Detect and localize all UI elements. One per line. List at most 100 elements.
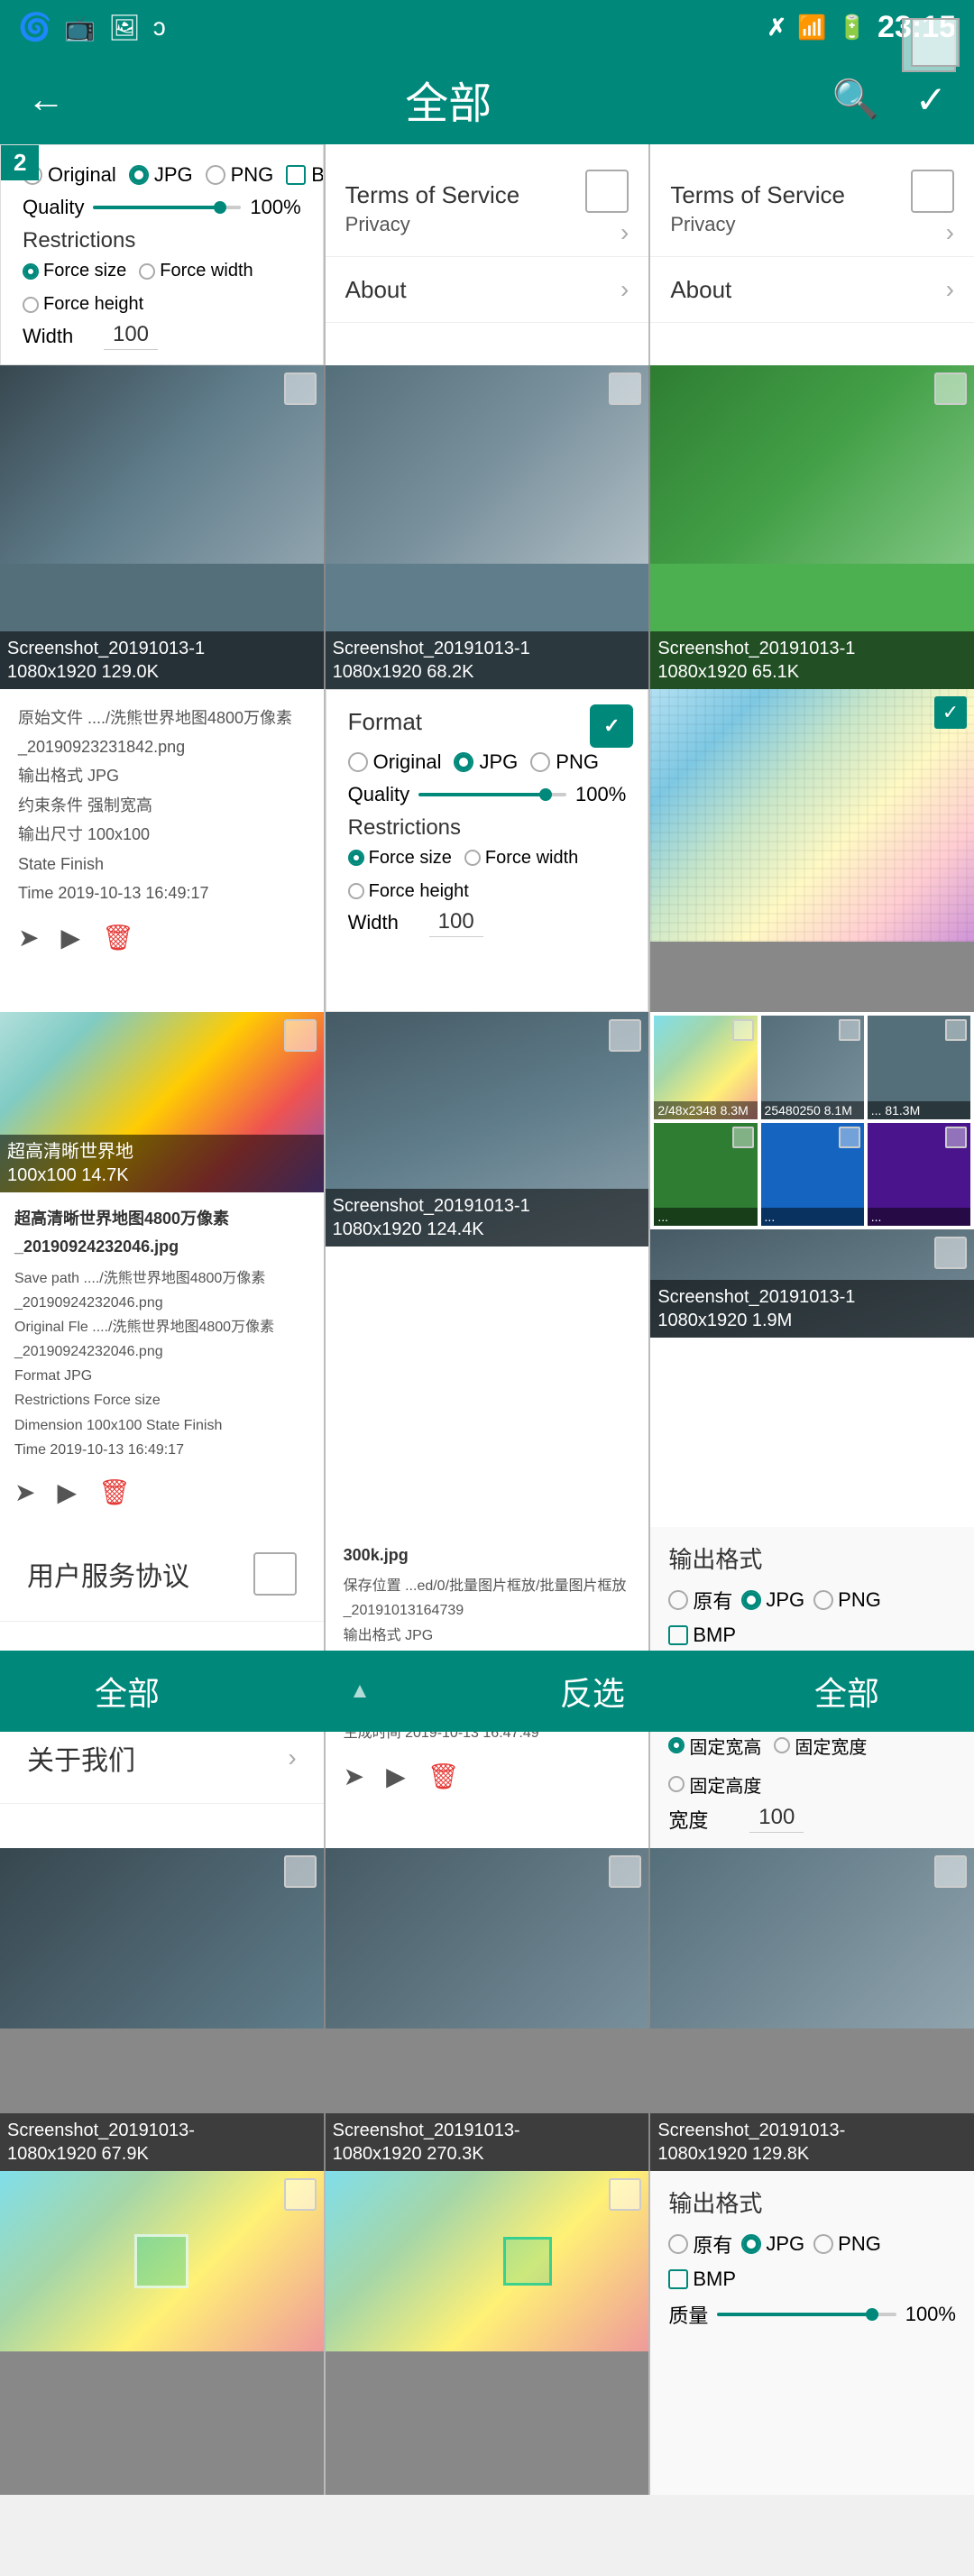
img-cell-3[interactable]: Screenshot_20191013-1 1080x1920 65.1K: [650, 365, 974, 689]
force-cn-size[interactable]: 固定宽高: [668, 1733, 761, 1759]
img-checkbox-3[interactable]: [934, 373, 967, 405]
bottom-invert-button[interactable]: 反选: [533, 1659, 652, 1724]
play-icon[interactable]: ▶: [60, 916, 80, 960]
thumb-3[interactable]: ... 81.3M: [868, 1016, 970, 1118]
img-checkbox-2[interactable]: [609, 373, 641, 405]
img-cell-8[interactable]: Screenshot_20191013- 1080x1920 129.8K: [650, 1848, 974, 2172]
thumb-1[interactable]: 2/48x2348 8.3M: [654, 1016, 757, 1118]
about-row-2[interactable]: About ›: [650, 257, 974, 323]
radio-cn-png[interactable]: PNG: [813, 1588, 881, 1612]
delete-icon[interactable]: 🗑: [102, 916, 134, 960]
thumb-check-3[interactable]: [945, 1019, 967, 1041]
img-label-map1: 超高清晰世界地 100x100 14.7K: [0, 1135, 324, 1192]
img-checkbox-8[interactable]: [934, 1855, 967, 1888]
search-button[interactable]: 🔍: [832, 78, 878, 122]
thumb-check-4[interactable]: [732, 1127, 754, 1148]
force-cn-height[interactable]: 固定高度: [668, 1771, 761, 1798]
cell-screenshot-2[interactable]: Screenshot_20191013-1 1080x1920 124.4K: [326, 1012, 649, 1526]
force-cn-width[interactable]: 固定宽度: [774, 1733, 867, 1759]
force-size[interactable]: Force size: [23, 261, 126, 281]
quality-slider-cn2[interactable]: [717, 2313, 896, 2316]
detail-panel-1: 原始文件 ..../洗熊世界地图4800万像素_20190923231842.p…: [0, 689, 324, 1013]
img-checkbox-4[interactable]: [609, 1019, 641, 1052]
thumb-4[interactable]: ...: [654, 1123, 757, 1226]
thumb-check-6[interactable]: [945, 1127, 967, 1148]
detail-actions-3: ➤ ▶ 🗑: [344, 1755, 631, 1799]
thumb-2[interactable]: 25480250 8.1M: [761, 1016, 864, 1118]
play-icon-3[interactable]: ▶: [386, 1755, 406, 1799]
img-label-4: Screenshot_20191013-1 1080x1920 124.4K: [326, 1189, 649, 1247]
wifi-icon: ✗: [767, 14, 786, 41]
thumb-5[interactable]: ...: [761, 1123, 864, 1226]
img-checkbox-map-b2[interactable]: [609, 2178, 641, 2211]
output-format-title-2: 输出格式: [668, 2185, 956, 2219]
radio-jpg[interactable]: JPG: [129, 163, 193, 187]
radio-cn-jpg[interactable]: JPG: [741, 1588, 804, 1612]
force-height[interactable]: Force height: [23, 294, 143, 315]
send-icon-3[interactable]: ➤: [344, 1755, 364, 1799]
img-cell-7[interactable]: Screenshot_20191013- 1080x1920 270.3K: [326, 1848, 649, 2172]
delete-icon-3[interactable]: 🗑: [427, 1755, 460, 1799]
checkbox-terms-cn[interactable]: [253, 1552, 297, 1596]
radio2-png[interactable]: PNG: [530, 750, 599, 774]
img-cell-map-1[interactable]: ✓: [650, 689, 974, 1013]
img-label-8: Screenshot_20191013- 1080x1920 129.8K: [650, 2113, 974, 2171]
img-checkbox-5[interactable]: [934, 1237, 967, 1269]
img-checkbox-map2[interactable]: [284, 1019, 317, 1052]
force-width-2[interactable]: Force width: [464, 848, 578, 869]
radio-cn-original[interactable]: 原有: [668, 1586, 732, 1615]
radio-png[interactable]: PNG: [206, 163, 274, 187]
force-size-2[interactable]: Force size: [348, 848, 452, 869]
img-checkbox-map-b1[interactable]: [284, 2178, 317, 2211]
img-checkbox-1[interactable]: [284, 373, 317, 405]
force-width[interactable]: Force width: [139, 261, 253, 281]
delete-icon-2[interactable]: 🗑: [98, 1471, 131, 1514]
send-icon-2[interactable]: ➤: [14, 1471, 35, 1514]
radio2-jpg[interactable]: JPG: [454, 750, 518, 774]
confirm-button[interactable]: ✓: [915, 78, 947, 122]
img-cell-1[interactable]: Screenshot_20191013-1 1080x1920 129.0K: [0, 365, 324, 689]
play-icon-2[interactable]: ▶: [57, 1471, 77, 1514]
bottom-all-button[interactable]: 全部: [68, 1659, 187, 1724]
quality-row-cn2: 质量 100%: [668, 2300, 956, 2329]
bottom-confirm-button[interactable]: 全部: [787, 1659, 906, 1724]
checkbox-terms-2[interactable]: [911, 170, 954, 213]
quality-slider-2[interactable]: [418, 793, 566, 796]
about-label-2: About: [670, 276, 731, 304]
img-cell-2[interactable]: Screenshot_20191013-1 1080x1920 68.2K: [326, 365, 649, 689]
checkbox-terms[interactable]: [585, 170, 629, 213]
thumb-check-1[interactable]: [732, 1019, 754, 1041]
send-icon[interactable]: ➤: [18, 916, 39, 960]
restrictions-label-1: Restrictions: [23, 228, 301, 253]
img-cell-6[interactable]: Screenshot_20191013- 1080x1920 67.9K: [0, 1848, 324, 2172]
thumb-check-5[interactable]: [839, 1127, 860, 1148]
img-checkbox-map1[interactable]: ✓: [934, 696, 967, 729]
bluetooth-icon: ↄ: [153, 13, 166, 41]
terms-row-1[interactable]: Terms of Service Privacy ›: [326, 144, 649, 257]
quality-slider[interactable]: [93, 206, 241, 209]
radio-cn2-jpg[interactable]: JPG: [741, 2232, 804, 2256]
chevron-about-cn: ›: [288, 1743, 296, 1772]
bmp-badge[interactable]: ✓: [590, 704, 633, 748]
img-checkbox-7[interactable]: [609, 1855, 641, 1888]
img-cell-map-bottom-2[interactable]: [326, 2171, 649, 2495]
img-cell-map-bottom-1[interactable]: [0, 2171, 324, 2495]
radio-bmp[interactable]: BMP: [286, 163, 323, 187]
terms-row-2[interactable]: Terms of Service Privacy ›: [650, 144, 974, 257]
back-button[interactable]: ←: [27, 78, 65, 121]
radio-cn-bmp[interactable]: BMP: [668, 1624, 736, 1647]
screenshot-cell-3[interactable]: Screenshot_20191013-1 1080x1920 1.9M: [650, 1229, 974, 1338]
radio-cn2-bmp[interactable]: BMP: [668, 2268, 736, 2291]
radio-cn2-png[interactable]: PNG: [813, 2232, 881, 2256]
img-checkbox-6[interactable]: [284, 1855, 317, 1888]
page-title: 全部: [405, 68, 492, 131]
chevron-about-2: ›: [946, 275, 954, 304]
radio2-original[interactable]: Original: [348, 750, 442, 774]
about-row-1[interactable]: About ›: [326, 257, 649, 323]
thumb-check-2[interactable]: [839, 1019, 860, 1041]
thumb-6[interactable]: ...: [868, 1123, 970, 1226]
terms-cn-row[interactable]: 用户服务协议: [0, 1527, 324, 1622]
radio-cn2-original[interactable]: 原有: [668, 2230, 732, 2259]
force-height-2[interactable]: Force height: [348, 881, 469, 902]
spiral-icon: 🌀: [18, 12, 51, 43]
